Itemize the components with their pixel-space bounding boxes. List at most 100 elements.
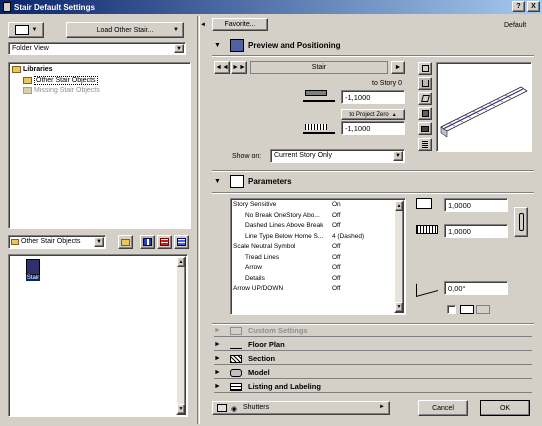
tree-item-libraries[interactable]: Libraries: [12, 66, 53, 73]
collapsed-triangle-icon: ►: [214, 383, 221, 390]
icon-view-icon: [143, 238, 152, 246]
scrollbar-vertical[interactable]: ▲ ▼: [176, 256, 186, 415]
parameters-section-header[interactable]: ▼ Parameters: [214, 173, 532, 189]
section-section-header[interactable]: ► Section: [214, 353, 532, 365]
parameters-icon: [230, 174, 244, 188]
expanded-triangle-icon: ▼: [214, 41, 221, 49]
close-button[interactable]: X: [527, 1, 540, 12]
scroll-down-icon[interactable]: ▼: [395, 302, 403, 312]
parameter-value: Off: [332, 264, 341, 271]
dropdown-arrow-icon[interactable]: ▼: [393, 151, 403, 161]
cancel-button[interactable]: Cancel: [418, 400, 468, 416]
preview-plan-button[interactable]: [418, 62, 432, 75]
custom-settings-section-header[interactable]: ► Custom Settings: [214, 325, 532, 337]
pane-divider[interactable]: [197, 16, 200, 424]
object-item-stair[interactable]: Stair: [23, 259, 43, 281]
dropdown-arrow-icon[interactable]: ▼: [94, 237, 104, 247]
parameter-value: Off: [332, 211, 341, 219]
scroll-down-icon[interactable]: ▼: [177, 404, 185, 414]
favorites-button[interactable]: Favorite...: [212, 18, 268, 31]
scroll-up-icon[interactable]: ▲: [395, 201, 403, 211]
view-mode-button[interactable]: ▼: [8, 22, 44, 38]
parameter-name: Line Type Below Home S...: [245, 232, 324, 240]
name-menu-button[interactable]: ►: [391, 61, 405, 74]
to-project-zero-button[interactable]: to Project Zero ▲: [341, 109, 405, 120]
preview-3d-button[interactable]: [418, 92, 432, 105]
ok-button[interactable]: OK: [480, 400, 530, 416]
scroll-up-icon[interactable]: ▲: [177, 257, 185, 267]
folder-icon: [23, 77, 32, 84]
parameter-value: Off: [332, 253, 341, 261]
object-browser[interactable]: Stair ▲ ▼: [8, 254, 188, 417]
parameter-row[interactable]: Story Sensitive On: [233, 201, 392, 211]
dropdown-arrow-icon[interactable]: ▼: [174, 44, 184, 53]
folder-select[interactable]: Other Stair Objects ▼: [8, 235, 106, 249]
depth-icon: [416, 225, 438, 234]
divider: [212, 192, 534, 194]
parameter-row[interactable]: Tread Lines Off: [233, 254, 392, 264]
next-stair-button[interactable]: ►►: [231, 61, 247, 74]
image-icon: [421, 125, 429, 132]
collapse-left-icon[interactable]: ◄: [200, 22, 206, 28]
listing-labeling-section-header[interactable]: ► Listing and Labeling: [214, 381, 532, 393]
floor-plan-section-header[interactable]: ► Floor Plan: [214, 339, 532, 351]
stair-preview-canvas[interactable]: [436, 62, 532, 152]
tree-item-other-stair-objects[interactable]: Other Stair Objects: [23, 76, 98, 85]
dropdown-arrow-icon: ▼: [31, 27, 38, 33]
list-view-button[interactable]: [157, 235, 172, 249]
window-title: Stair Default Settings: [14, 2, 95, 12]
folder-icon: [11, 239, 19, 245]
collapsed-triangle-icon: ►: [214, 327, 221, 334]
view-select[interactable]: Folder View ▼: [8, 42, 186, 55]
parameter-name: Story Sensitive: [233, 201, 277, 208]
listing-icon: [230, 382, 242, 391]
dropdown-arrow-icon: ▲: [391, 111, 397, 118]
prev-stair-button[interactable]: ◄◄: [214, 61, 230, 74]
tree-item-missing-stair-objects[interactable]: Missing Stair Objects: [23, 87, 100, 94]
details-view-icon: [177, 238, 186, 246]
folder-up-button[interactable]: [118, 235, 133, 249]
show-on-select[interactable]: Current Story Only ▼: [270, 149, 405, 163]
mirror-checkbox[interactable]: [447, 305, 456, 314]
parameter-row[interactable]: Arrow UP/DOWN Off: [233, 285, 392, 295]
library-tree[interactable]: Libraries Other Stair Objects Missing St…: [8, 62, 191, 229]
details-view-button[interactable]: [174, 235, 189, 249]
width-icon: [416, 198, 432, 209]
parameter-row[interactable]: No Break OneStory Abo... Off: [233, 212, 392, 222]
preview-shaded-button[interactable]: [418, 107, 432, 120]
parameter-row[interactable]: Details Off: [233, 275, 392, 285]
load-other-stair-button[interactable]: Load Other Stair... ▼: [66, 22, 184, 38]
preview-section-button[interactable]: [418, 77, 432, 90]
parameter-name: No Break OneStory Abo...: [245, 211, 320, 219]
folder-missing-icon: [23, 87, 32, 94]
parameter-value: Off: [332, 222, 341, 229]
scrollbar-vertical[interactable]: ▲ ▼: [394, 200, 404, 313]
help-button[interactable]: ?: [512, 1, 525, 12]
preview-image-button[interactable]: [418, 122, 432, 135]
layer-select[interactable]: ◉ Shutters ►: [212, 401, 390, 415]
model-section-header[interactable]: ► Model: [214, 367, 532, 379]
parameter-row[interactable]: Scale Neutral Symbol Off: [233, 243, 392, 253]
stair-name-field: Stair: [250, 61, 388, 74]
rotation-angle-input[interactable]: 0,00°: [444, 281, 508, 295]
parameter-value: On: [332, 201, 341, 208]
plan-icon: [421, 65, 429, 72]
app-icon: [3, 2, 11, 12]
bottom-elevation-input[interactable]: -1,1000: [341, 121, 405, 135]
eye-icon: ◉: [231, 406, 238, 413]
parameters-list[interactable]: ▲ ▼ Story Sensitive On No Break OneStory A…: [230, 198, 406, 315]
depth-input[interactable]: 1,0000: [444, 224, 508, 238]
preview-section-header[interactable]: ▼ Preview and Positioning: [214, 37, 532, 53]
cube-icon: [420, 95, 430, 102]
parameter-row[interactable]: Dashed Lines Above Break Off: [233, 222, 392, 232]
size-link-button[interactable]: [514, 207, 528, 237]
collapsed-triangle-icon: ►: [214, 355, 221, 362]
parameter-row[interactable]: Arrow Off: [233, 264, 392, 274]
icon-view-button[interactable]: [140, 235, 155, 249]
parameter-row[interactable]: Line Type Below Home S... 4 (Dashed): [233, 233, 392, 243]
stair-object-icon: [26, 259, 40, 275]
preview-list-button[interactable]: [418, 138, 432, 151]
width-input[interactable]: 1,0000: [444, 198, 508, 212]
rotation-angle-icon: [416, 278, 438, 297]
top-elevation-input[interactable]: -1,1000: [341, 90, 405, 104]
